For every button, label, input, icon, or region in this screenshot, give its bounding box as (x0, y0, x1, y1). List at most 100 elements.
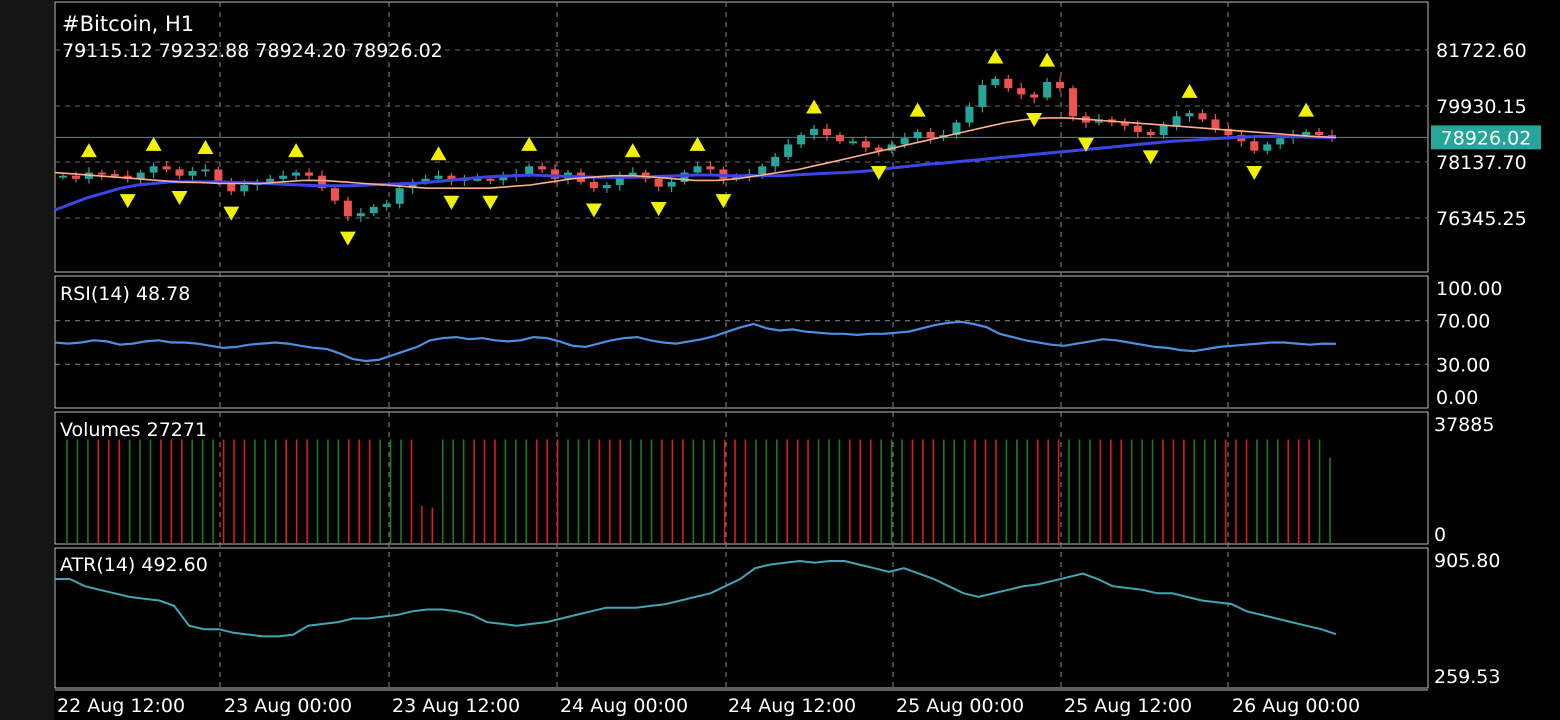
candle-body (356, 213, 365, 217)
volume-tick-label: 0 (1434, 524, 1446, 546)
candle-body (797, 135, 806, 145)
chart-canvas[interactable]: 81722.60 79930.15 78137.70 76345.25 78926.02… (0, 0, 1560, 720)
candle-body (1159, 125, 1168, 136)
price-tick-label: 81722.60 (1436, 40, 1527, 62)
rsi-pane-frame (54, 275, 1429, 409)
candle-body (136, 172, 145, 179)
candle-body (771, 156, 780, 167)
vol-pane-frame (54, 411, 1429, 545)
candle-body (835, 135, 844, 142)
candle-body (1133, 125, 1142, 132)
candle-body (991, 78, 1000, 86)
candle-body (1211, 119, 1220, 129)
price-tick-label: 76345.25 (1436, 208, 1527, 230)
fractal-up-arrow (1039, 52, 1056, 67)
candle-body (525, 166, 534, 175)
candle-body (810, 128, 819, 136)
rsi-tick-label: 70.00 (1436, 311, 1490, 333)
candle-body (913, 131, 922, 139)
fractal-up-arrow (197, 140, 214, 155)
candle-body (1276, 138, 1285, 145)
fractal-down-arrow (119, 194, 136, 209)
candle-body (1263, 144, 1272, 151)
time-tick-label: 22 Aug 12:00 (57, 695, 185, 717)
fractal-up-arrow (145, 136, 162, 151)
candle-body (926, 131, 935, 139)
candle-body (978, 85, 987, 107)
atr-label: ATR(14) 492.60 (60, 554, 208, 576)
fractal-down-arrow (223, 206, 240, 221)
fractal-down-arrow (715, 194, 732, 209)
time-tick-label: 25 Aug 00:00 (896, 695, 1024, 717)
volume-tick-label: 37885 (1434, 414, 1494, 436)
candle-body (382, 203, 391, 207)
candle-body (706, 166, 715, 170)
candle-body (266, 178, 275, 182)
fractal-up-arrow (1181, 83, 1198, 98)
rsi-tick-label: 0.00 (1436, 387, 1478, 409)
rsi-label: RSI(14) 48.78 (60, 283, 191, 305)
fractal-up-arrow (689, 136, 706, 151)
candle-body (305, 172, 314, 176)
candle-body (758, 166, 767, 175)
candle-body (1146, 131, 1155, 136)
rsi-tick-label: 100.00 (1436, 278, 1502, 300)
candle-body (538, 166, 547, 170)
candle-body (667, 181, 676, 187)
candle-body (654, 178, 663, 187)
time-tick-label: 23 Aug 00:00 (224, 695, 352, 717)
rsi-tick-label: 30.00 (1436, 354, 1490, 376)
volumes-label: Volumes 27271 (60, 419, 208, 441)
candle-body (1069, 88, 1078, 117)
ohlc-readout: 79115.12 79232.88 78924.20 78926.02 (62, 40, 443, 62)
candle-body (97, 172, 106, 175)
fractal-down-arrow (339, 231, 356, 246)
atr-pane-frame (54, 547, 1429, 689)
fractal-down-arrow (171, 191, 188, 206)
candle-body (110, 174, 119, 177)
candle-body (822, 128, 831, 136)
candle-body (1004, 78, 1013, 89)
fractal-down-arrow (482, 195, 499, 210)
candle-body (279, 175, 288, 179)
fractal-up-arrow (987, 49, 1004, 64)
candle-body (71, 175, 80, 179)
price-tick-label: 78137.70 (1436, 152, 1527, 174)
candle-body (59, 175, 67, 178)
candle-body (1017, 88, 1026, 95)
candle-body (900, 138, 909, 145)
candle-body (162, 166, 171, 170)
fractal-up-arrow (80, 143, 97, 158)
candle-body (602, 185, 611, 189)
candle-body (848, 141, 857, 144)
candle-body (369, 206, 378, 214)
candle-body (589, 181, 598, 189)
candle-body (434, 175, 443, 179)
candle-body (1315, 131, 1324, 136)
candle-body (965, 106, 974, 123)
candle-body (1172, 116, 1181, 126)
candle-body (240, 185, 249, 192)
fractal-down-arrow (870, 166, 887, 181)
candle-body (1056, 81, 1065, 89)
fractal-up-arrow (288, 143, 305, 158)
candle-body (1250, 141, 1259, 151)
rsi-line (54, 320, 1337, 363)
fractal-down-arrow (443, 195, 460, 210)
candle-body (395, 188, 404, 204)
candle-body (188, 170, 197, 176)
fractal-down-arrow (585, 203, 602, 218)
candle-body (1030, 94, 1039, 98)
candle-body (1185, 113, 1194, 117)
time-tick-label: 24 Aug 00:00 (560, 695, 688, 717)
fractal-up-arrow (1298, 102, 1315, 117)
candle-body (1302, 131, 1311, 136)
fractal-up-arrow (521, 136, 538, 151)
price-tick-label: 79930.15 (1436, 96, 1527, 118)
atr-tick-label: 259.53 (1434, 666, 1500, 688)
symbol-title: #Bitcoin, H1 (62, 12, 195, 36)
time-tick-label: 23 Aug 12:00 (392, 695, 520, 717)
fractal-up-arrow (624, 143, 641, 158)
candle-body (784, 144, 793, 157)
candle-body (292, 172, 301, 176)
